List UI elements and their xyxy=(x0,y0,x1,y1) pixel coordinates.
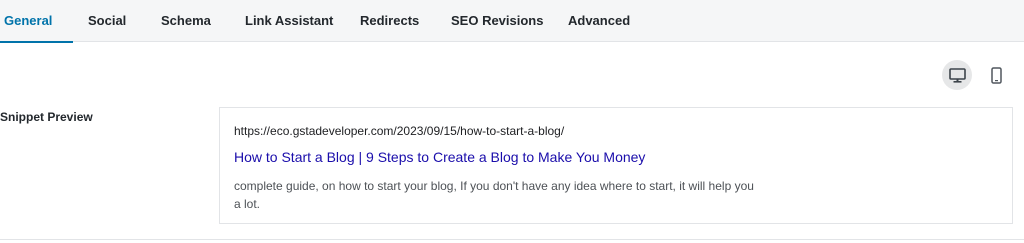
tab-general[interactable]: General xyxy=(0,0,75,43)
desktop-icon xyxy=(948,67,966,83)
tab-schema[interactable]: Schema xyxy=(161,0,211,42)
snippet-preview-label: Snippet Preview xyxy=(0,110,93,124)
mobile-icon xyxy=(990,66,1002,84)
snippet-preview-box: https://eco.gstadeveloper.com/2023/09/15… xyxy=(219,107,1013,224)
snippet-title[interactable]: How to Start a Blog | 9 Steps to Create … xyxy=(234,149,645,165)
tab-social[interactable]: Social xyxy=(88,0,126,42)
section-divider xyxy=(0,239,1024,240)
tab-bar: General Social Schema Link Assistant Red… xyxy=(0,0,1024,43)
snippet-url: https://eco.gstadeveloper.com/2023/09/15… xyxy=(234,124,565,138)
tab-link-assistant[interactable]: Link Assistant xyxy=(245,0,333,42)
desktop-preview-button[interactable] xyxy=(942,60,972,90)
snippet-description: complete guide, on how to start your blo… xyxy=(234,179,754,211)
tab-advanced[interactable]: Advanced xyxy=(568,0,630,42)
tab-seo-revisions[interactable]: SEO Revisions xyxy=(451,0,543,42)
mobile-preview-button[interactable] xyxy=(981,60,1011,90)
tab-redirects[interactable]: Redirects xyxy=(360,0,419,42)
